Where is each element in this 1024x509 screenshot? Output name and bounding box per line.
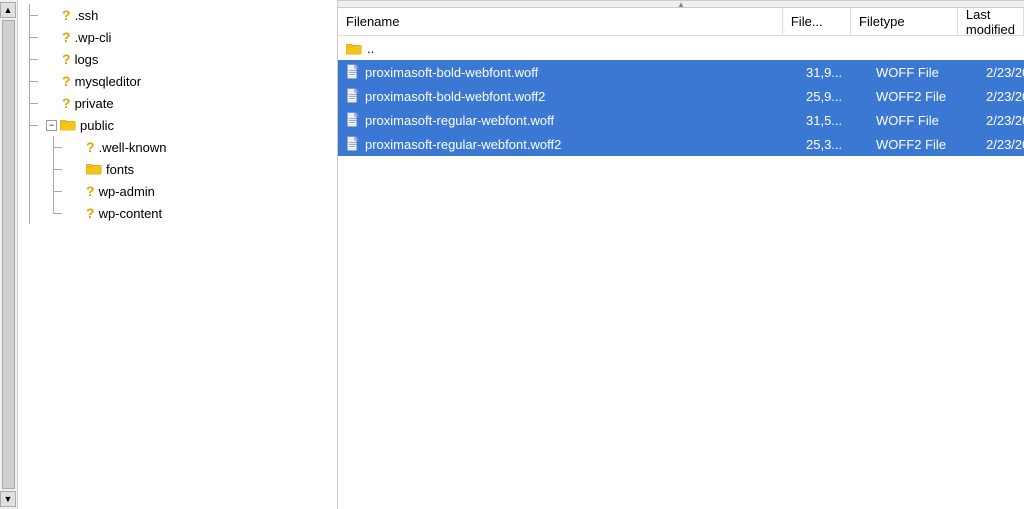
file-row-file2[interactable]: proximasoft-bold-webfont.woff2 25,9... W…: [338, 84, 1024, 108]
tree-item-wp-content[interactable]: ? wp-content: [18, 202, 337, 224]
tree-label-mysqleditor: mysqleditor: [75, 74, 141, 89]
file-row-parent[interactable]: ..: [338, 36, 1024, 60]
filename-text-file3: proximasoft-regular-webfont.woff: [365, 113, 554, 128]
tree-item-wp-admin[interactable]: ? wp-admin: [18, 180, 337, 202]
tree-label-private: private: [75, 96, 114, 111]
cell-filetype-file2: WOFF2 File: [868, 84, 978, 108]
tree-item-logs[interactable]: ? logs: [18, 48, 337, 70]
doc-icon-row-file1: [346, 64, 360, 80]
cell-filetype-file3: WOFF File: [868, 108, 978, 132]
expand-icon-public[interactable]: −: [46, 120, 57, 131]
tree-item-wp-cli[interactable]: ? .wp-cli: [18, 26, 337, 48]
folder-icon-public: [60, 118, 76, 132]
resize-handle[interactable]: [338, 0, 1024, 8]
cell-filesize-file1: 31,9...: [798, 60, 868, 84]
cell-filename-file4: proximasoft-regular-webfont.woff2: [338, 132, 798, 156]
cell-filename-file1: proximasoft-bold-webfont.woff: [338, 60, 798, 84]
question-icon-wp-content: ?: [86, 206, 95, 220]
cell-filetype-parent: [868, 36, 978, 60]
question-icon-ssh: ?: [62, 8, 71, 22]
tree-label-well-known: .well-known: [99, 140, 167, 155]
question-icon-well-known: ?: [86, 140, 95, 154]
doc-icon-row-file4: [346, 136, 360, 152]
filename-text-file1: proximasoft-bold-webfont.woff: [365, 65, 538, 80]
folder-icon-row-parent: [346, 42, 362, 55]
file-rows-container: .. proximasoft-bold-webfont.woff 31,9...…: [338, 36, 1024, 509]
cell-filetype-file1: WOFF File: [868, 60, 978, 84]
cell-filesize-file4: 25,3...: [798, 132, 868, 156]
tree-item-private[interactable]: ? private: [18, 92, 337, 114]
question-icon-wp-admin: ?: [86, 184, 95, 198]
scroll-down-arrow[interactable]: ▼: [0, 491, 16, 507]
file-list-panel: Filename File... Filetype Last modified …: [338, 0, 1024, 509]
left-scroll-arrows[interactable]: ▲ ▼: [0, 0, 18, 509]
tree-label-wp-cli: .wp-cli: [75, 30, 112, 45]
cell-filesize-file3: 31,5...: [798, 108, 868, 132]
tree-scroll-area[interactable]: ? .ssh ? .wp-cli ? logs ? mysqleditor ? priva…: [18, 0, 337, 509]
cell-lastmod-file1: 2/23/2017 6:00:44 PM: [978, 60, 1024, 84]
col-header-filename[interactable]: Filename: [338, 8, 783, 35]
tree-label-logs: logs: [75, 52, 99, 67]
cell-lastmod-file2: 2/23/2017 6:00:44 PM: [978, 84, 1024, 108]
doc-icon-row-file2: [346, 88, 360, 104]
cell-filesize-file2: 25,9...: [798, 84, 868, 108]
file-row-file3[interactable]: proximasoft-regular-webfont.woff 31,5...…: [338, 108, 1024, 132]
cell-lastmod-parent: [978, 36, 1024, 60]
file-tree-panel: ? .ssh ? .wp-cli ? logs ? mysqleditor ? priva…: [18, 0, 338, 509]
tree-label-public: public: [80, 118, 114, 133]
filename-text-file2: proximasoft-bold-webfont.woff2: [365, 89, 545, 104]
col-header-filetype[interactable]: Filetype: [851, 8, 958, 35]
tree-label-fonts: fonts: [106, 162, 134, 177]
doc-icon-row-file3: [346, 112, 360, 128]
col-header-lastmod[interactable]: Last modified: [958, 8, 1024, 35]
cell-lastmod-file3: 2/23/2017 6:00:38 PM: [978, 108, 1024, 132]
cell-filename-file2: proximasoft-bold-webfont.woff2: [338, 84, 798, 108]
cell-filetype-file4: WOFF2 File: [868, 132, 978, 156]
tree-item-fonts[interactable]: fonts: [18, 158, 337, 180]
tree-item-well-known[interactable]: ? .well-known: [18, 136, 337, 158]
file-row-file1[interactable]: proximasoft-bold-webfont.woff 31,9... WO…: [338, 60, 1024, 84]
cell-filesize-parent: [798, 36, 868, 60]
tree-label-wp-admin: wp-admin: [99, 184, 155, 199]
cell-lastmod-file4: 2/23/2017 6:00:38 PM: [978, 132, 1024, 156]
question-icon-private: ?: [62, 96, 71, 110]
cell-filename-parent: ..: [338, 36, 798, 60]
question-icon-logs: ?: [62, 52, 71, 66]
tree-item-mysqleditor[interactable]: ? mysqleditor: [18, 70, 337, 92]
file-list-header: Filename File... Filetype Last modified: [338, 8, 1024, 36]
filename-text-file4: proximasoft-regular-webfont.woff2: [365, 137, 561, 152]
question-icon-mysqleditor: ?: [62, 74, 71, 88]
filename-text-parent: ..: [367, 41, 374, 56]
tree-item-ssh[interactable]: ? .ssh: [18, 4, 337, 26]
tree-item-public[interactable]: − public: [18, 114, 337, 136]
file-row-file4[interactable]: proximasoft-regular-webfont.woff2 25,3..…: [338, 132, 1024, 156]
folder-icon-fonts: [86, 162, 102, 176]
tree-label-wp-content: wp-content: [99, 206, 163, 221]
tree-label-ssh: .ssh: [75, 8, 99, 23]
question-icon-wp-cli: ?: [62, 30, 71, 44]
cell-filename-file3: proximasoft-regular-webfont.woff: [338, 108, 798, 132]
col-header-filesize[interactable]: File...: [783, 8, 851, 35]
scroll-up-arrow[interactable]: ▲: [0, 2, 16, 18]
